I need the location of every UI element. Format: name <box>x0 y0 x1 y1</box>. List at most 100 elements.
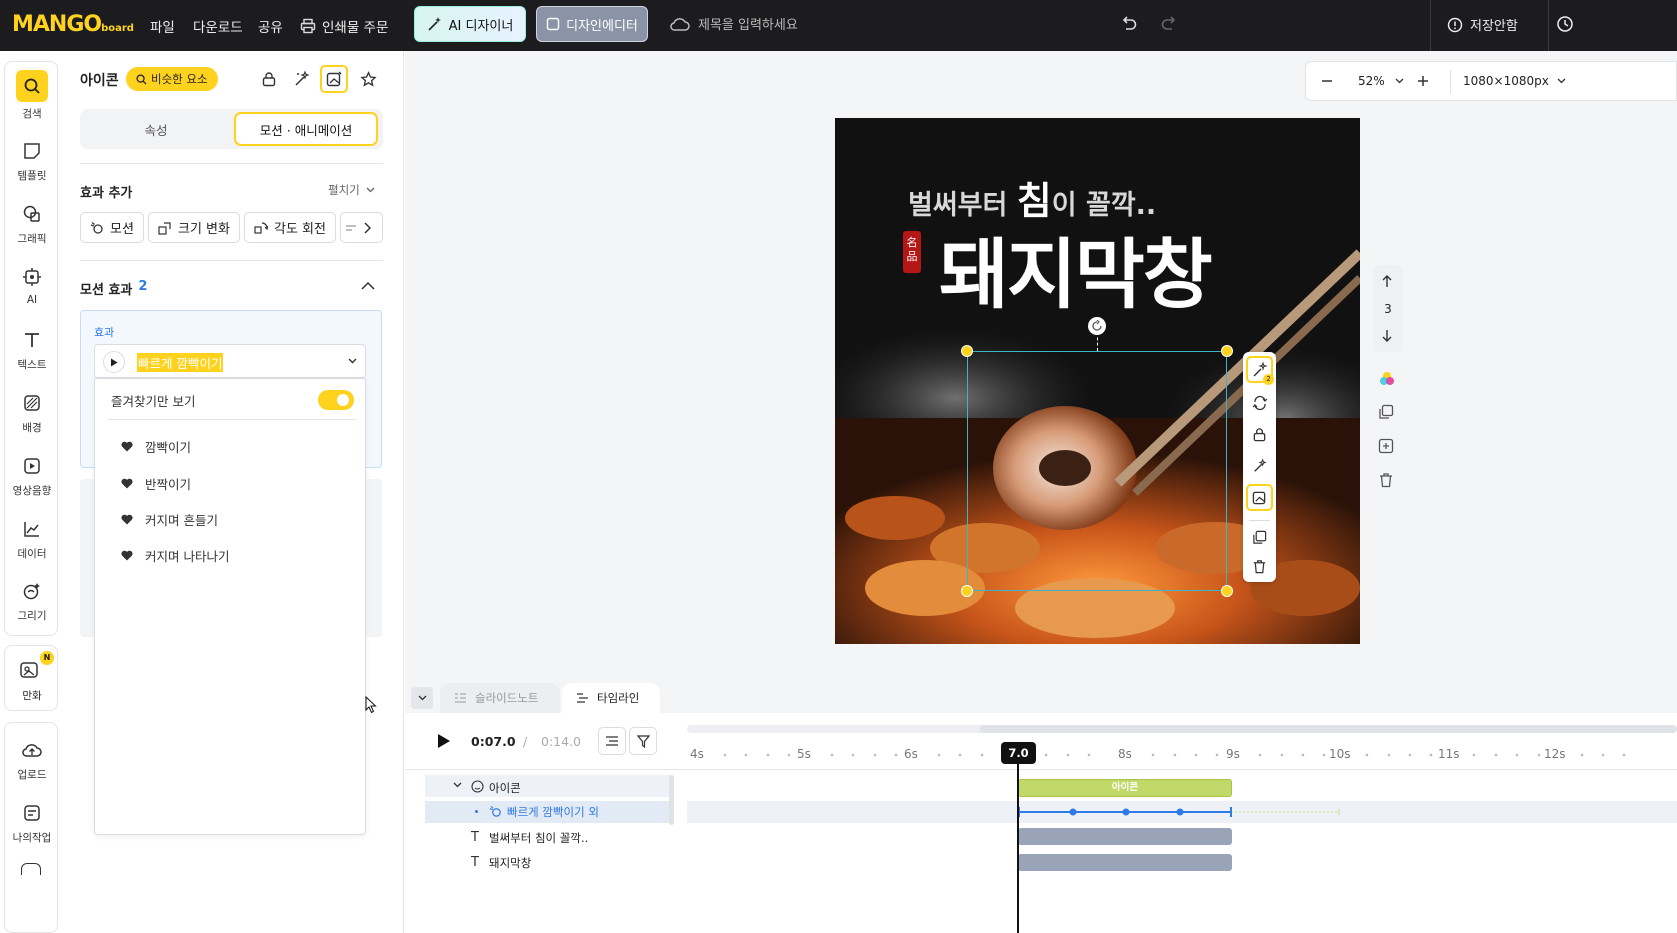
search-icon <box>16 70 48 102</box>
copy-page-icon[interactable] <box>1378 404 1394 420</box>
undo-icon[interactable] <box>1120 15 1138 33</box>
rotate-handle-icon[interactable] <box>1088 317 1106 335</box>
motion-keyframe-track[interactable] <box>1015 805 1345 819</box>
star-icon[interactable] <box>354 65 382 93</box>
cloud-icon <box>670 15 690 33</box>
divider <box>1548 0 1549 51</box>
play-preview-icon[interactable] <box>103 351 125 373</box>
arrow-down-icon[interactable] <box>1381 329 1393 343</box>
filter-icon[interactable] <box>629 727 657 755</box>
redo-icon[interactable] <box>1160 15 1178 33</box>
ai-designer-button[interactable]: AI 디자이너 <box>414 6 526 42</box>
headline-text[interactable]: 돼지막창 <box>939 213 1213 323</box>
trash-icon[interactable] <box>1252 559 1267 574</box>
tab-slide-notes[interactable]: 슬라이드노트 <box>440 683 560 713</box>
menu-download[interactable]: 다운로드 <box>193 16 243 36</box>
background-icon <box>19 390 45 416</box>
dropdown-item[interactable]: 커지며 나타나기 <box>121 546 229 565</box>
color-palette-icon[interactable] <box>1378 370 1396 388</box>
chevron-down-icon[interactable] <box>453 782 462 788</box>
resize-handle[interactable] <box>1221 585 1233 597</box>
rail-data[interactable]: 데이터 <box>5 516 59 561</box>
lock-icon[interactable] <box>1252 427 1267 442</box>
rail-search[interactable]: 검색 <box>5 70 59 121</box>
zoom-select[interactable]: 52% <box>1358 74 1404 88</box>
zoom-in-icon[interactable] <box>1416 74 1430 88</box>
timeline-scrollbar[interactable] <box>687 725 1677 733</box>
more-icon[interactable] <box>21 863 41 875</box>
add-page-icon[interactable] <box>1378 438 1394 454</box>
zoom-out-icon[interactable] <box>1320 74 1334 88</box>
properties-panel: 아이콘 비슷한 요소 속성 모션 · 애니메이션 효과 추가 펼치기 모션 크기… <box>64 51 404 933</box>
layer-name[interactable]: 벌써부터 침이 꼴깍.. <box>489 830 588 846</box>
image-edit-icon[interactable] <box>320 65 348 93</box>
rail-media[interactable]: 영상음향 <box>5 453 59 498</box>
layer-scrollbar[interactable] <box>669 775 674 825</box>
replace-icon[interactable] <box>1252 395 1268 411</box>
duplicate-icon[interactable] <box>1252 530 1267 545</box>
lock-icon[interactable] <box>255 65 283 93</box>
rotate-icon <box>254 221 268 235</box>
track-bar-icon[interactable]: 아이콘 <box>1018 779 1232 797</box>
menu-file[interactable]: 파일 <box>150 16 175 36</box>
rail-draw[interactable]: 그리기 <box>5 578 59 623</box>
divider <box>405 769 1677 770</box>
timeline-scroll-thumb[interactable] <box>980 725 1677 733</box>
motion-effects-heading: 모션 효과 2 <box>80 279 148 298</box>
magic-icon[interactable] <box>1252 458 1268 474</box>
heart-icon <box>121 478 133 489</box>
chip-scale[interactable]: 크기 변화 <box>148 212 240 243</box>
magic-icon[interactable] <box>288 65 316 93</box>
favorites-toggle[interactable] <box>318 390 354 410</box>
dropdown-item[interactable]: 커지며 흔들기 <box>121 510 218 529</box>
delete-page-icon[interactable] <box>1378 472 1394 488</box>
chip-rotate[interactable]: 각도 회전 <box>244 212 336 243</box>
rail-text[interactable]: 텍스트 <box>5 327 59 372</box>
rail-upload[interactable]: 업로드 <box>5 737 59 782</box>
motion-icon <box>90 221 104 235</box>
rail-comic[interactable]: N 만화 <box>4 645 58 711</box>
tab-timeline[interactable]: 타임라인 <box>562 683 660 713</box>
effect-select-value: 빠르게 깜빡이기 <box>137 353 224 372</box>
rail-template[interactable]: 템플릿 <box>5 138 59 183</box>
selection-box[interactable] <box>967 351 1227 591</box>
history-icon[interactable] <box>1556 15 1574 33</box>
rail-my-work[interactable]: 나의작업 <box>5 800 59 845</box>
upload-cloud-icon <box>19 737 45 763</box>
effect-select[interactable]: 빠르게 깜빡이기 <box>94 344 366 378</box>
dropdown-item[interactable]: 반짝이기 <box>121 474 191 493</box>
resize-handle[interactable] <box>961 585 973 597</box>
arrow-up-icon[interactable] <box>1381 274 1393 288</box>
canvas-size-select[interactable]: 1080×1080px <box>1463 74 1566 88</box>
track-bar-text[interactable] <box>1018 854 1232 871</box>
layer-list-icon[interactable] <box>598 727 626 755</box>
tab-motion[interactable]: 모션 · 애니메이션 <box>234 112 378 146</box>
playhead-handle[interactable]: 7.0 <box>1001 742 1036 764</box>
track-bar-text[interactable] <box>1018 828 1232 845</box>
menu-print-order[interactable]: 인쇄물 주문 <box>300 16 388 36</box>
resize-handle[interactable] <box>961 345 973 357</box>
dropdown-item[interactable]: 깜빡이기 <box>121 437 191 456</box>
design-editor-button[interactable]: 디자인에디터 <box>536 6 648 42</box>
save-status[interactable]: 저장안함 <box>1447 15 1518 34</box>
tab-properties[interactable]: 속성 <box>80 109 232 149</box>
collapse-chevron-up-icon[interactable] <box>361 281 375 290</box>
similar-elements-button[interactable]: 비슷한 요소 <box>126 67 218 91</box>
element-toolbar: 2 <box>1243 352 1276 582</box>
title-input[interactable]: 제목을 입력하세요 <box>670 14 798 33</box>
chip-motion[interactable]: 모션 <box>80 212 144 243</box>
image-edit-icon[interactable] <box>1246 484 1273 511</box>
chips-scroll-right[interactable] <box>340 212 383 243</box>
rail-graphic[interactable]: 그래픽 <box>5 201 59 246</box>
collapse-timeline-icon[interactable] <box>411 687 433 709</box>
layer-name[interactable]: 돼지막창 <box>489 855 531 871</box>
menu-share[interactable]: 공유 <box>258 16 283 36</box>
resize-handle[interactable] <box>1221 345 1233 357</box>
expand-toggle[interactable]: 펼치기 <box>328 182 375 198</box>
play-icon[interactable] <box>437 733 451 749</box>
app-logo[interactable]: MANGOboard <box>12 12 134 37</box>
rail-ai[interactable]: AI <box>5 264 59 306</box>
motion-effects-count: 2 <box>138 279 148 294</box>
rail-background[interactable]: 배경 <box>5 390 59 435</box>
chevron-down-icon <box>1557 78 1566 84</box>
